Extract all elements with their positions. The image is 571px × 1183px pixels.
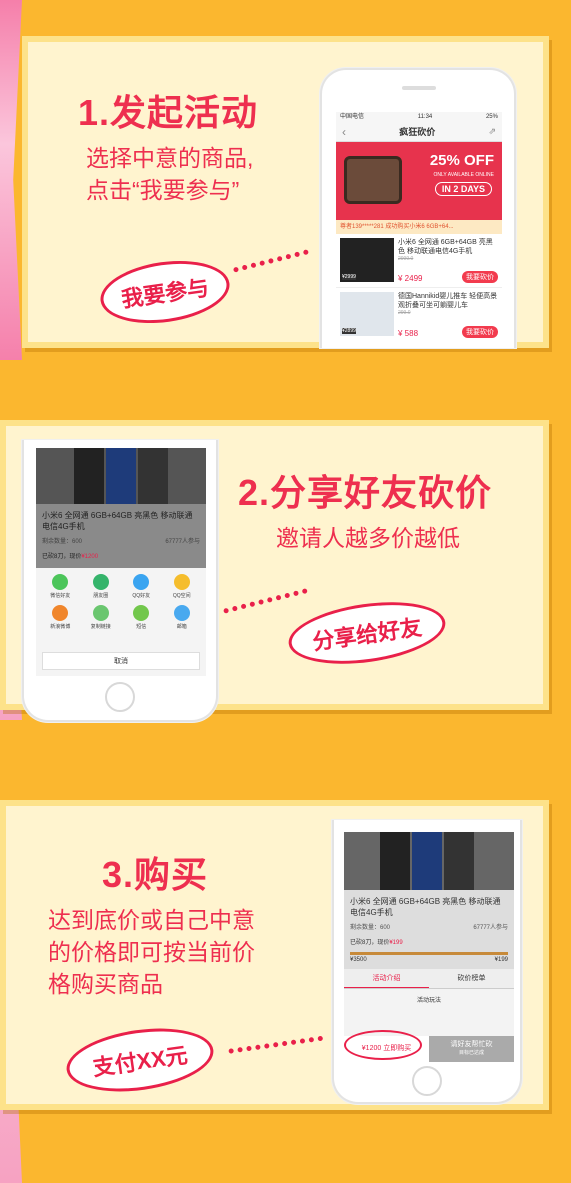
share-option-icon (173, 574, 190, 590)
product-image (344, 832, 514, 890)
share-option-icon (92, 574, 109, 590)
product-name: 小米6 全网通 6GB+64GB 亮黑色 移动联通电信4G手机 (350, 897, 501, 917)
share-option-icon (173, 605, 190, 621)
phone-screen-3: 小米6 全网通 6GB+64GB 亮黑色 移动联通电信4G手机 剩余数量：600… (344, 832, 514, 1062)
share-option-label: QQ空间 (172, 593, 191, 599)
nav-title: 疯狂砍价 (399, 127, 436, 137)
share-option-icon (92, 605, 109, 621)
pay-bubble-label: 支付XX元 (91, 1042, 190, 1081)
step2-title: 2.分享好友砍价 (238, 472, 493, 513)
stroller-product-image: ¥2899 (340, 292, 394, 336)
bargain-button[interactable]: 我要砍价 (462, 326, 498, 338)
product-row[interactable]: ¥2899 德国Hannikid婴儿推车 轻便高景观折叠可坐可躺婴儿车 299.… (336, 288, 502, 342)
product-image (36, 448, 206, 504)
share-option-icon (52, 605, 69, 621)
product-name: 小米6 全网通 6GB+64GB 亮黑色 移动联通电信4G手机 (398, 239, 493, 255)
share-option-icon (52, 574, 69, 590)
ask-friends-button[interactable]: 请好友帮忙砍 目标已达成 (429, 1036, 514, 1062)
share-option-icon (133, 574, 150, 590)
share-sheet: 微信好友 朋友圈 QQ好友 QQ空间新浪微博 复制链接 短信 邮箱 取消 (36, 568, 206, 676)
share-option-label: 邮箱 (176, 624, 187, 630)
share-option[interactable]: 微信好友 (40, 574, 81, 599)
share-option[interactable]: QQ好友 (121, 574, 162, 599)
share-option[interactable]: 朋友圈 (81, 574, 122, 599)
share-option-label: QQ好友 (132, 593, 151, 599)
share-option[interactable]: QQ空间 (162, 574, 203, 599)
share-icon[interactable]: ⇗ (488, 126, 496, 137)
product-row[interactable]: ¥2999 小米6 全网通 6GB+64GB 亮黑色 移动联通电信4G手机 29… (336, 234, 502, 288)
step1-desc-line2: 点击“我要参与” (86, 177, 240, 203)
join-bubble-label: 我要参与 (119, 274, 211, 312)
phone-screen-2: 小米6 全网通 6GB+64GB 亮黑色 移动联通电信4G手机 剩余数量：600… (36, 448, 206, 676)
step2-desc: 邀请人越多价越低 (276, 525, 460, 551)
nav-bar: ‹ 疯狂砍价 ⇗ (336, 122, 502, 142)
back-icon[interactable]: ‹ (342, 125, 346, 139)
step3-desc-line2: 的价格即可按当前价 (48, 939, 255, 965)
cancel-button[interactable]: 取消 (42, 652, 200, 670)
home-button (412, 1066, 442, 1096)
bargain-button[interactable]: 我要砍价 (462, 271, 498, 283)
home-button (105, 682, 135, 712)
banner-title: 25% OFF (429, 152, 494, 169)
promo-banner[interactable]: 25% OFF ONLY AVAILABLE ONLINE IN 2 DAYS (336, 142, 502, 220)
tv-icon (344, 156, 402, 204)
share-option[interactable]: 新浪微博 (40, 605, 81, 630)
tab-bargain-ranking[interactable]: 砍价榜单 (429, 969, 514, 988)
step3-title: 3.购买 (102, 854, 209, 895)
phone-mockup-2: 小米6 全网通 6GB+64GB 亮黑色 移动联通电信4G手机 剩余数量：600… (22, 440, 218, 722)
status-bar: 中国电信 11:34 25% (336, 112, 502, 122)
phone-mockup-1: 中国电信 11:34 25% ‹ 疯狂砍价 ⇗ 25% OFF ONLY AVAIL… (320, 68, 516, 348)
share-option-label: 朋友圈 (93, 593, 109, 599)
pink-ribbon-decoration (0, 0, 22, 360)
marquee-notice: 尊者139*****281 成功购买小米6 6GB+64... (336, 220, 502, 234)
rules-link[interactable]: 活动玩法 (344, 989, 514, 1010)
share-option[interactable]: 复制链接 (81, 605, 122, 630)
product-name: 小米6 全网通 6GB+64GB 亮黑色 移动联通电信4G手机 (42, 511, 193, 531)
share-option-label: 短信 (136, 624, 147, 630)
tab-activity-intro[interactable]: 活动介绍 (344, 969, 429, 988)
share-option[interactable]: 邮箱 (162, 605, 203, 630)
share-option-label: 微信好友 (50, 593, 71, 599)
price-progress-bar (350, 952, 508, 955)
phone-screen-1: 中国电信 11:34 25% ‹ 疯狂砍价 ⇗ 25% OFF ONLY AVAIL… (336, 112, 502, 348)
buy-highlight-circle (344, 1030, 422, 1060)
step1-desc-line1: 选择中意的商品, (86, 145, 254, 171)
share-option-label: 复制链接 (90, 624, 111, 630)
step3-desc-line3: 格购买商品 (48, 971, 163, 997)
share-option-label: 新浪微博 (50, 624, 71, 630)
share-option-icon (133, 605, 150, 621)
share-option[interactable]: 短信 (121, 605, 162, 630)
product-name: 德国Hannikid婴儿推车 轻便高景观折叠可坐可躺婴儿车 (398, 293, 498, 309)
share-bubble-label: 分享给好友 (310, 614, 424, 655)
step3-desc-line1: 达到底价或自己中意 (48, 907, 255, 933)
phone-product-image: ¥2999 (340, 238, 394, 282)
step1-title: 1.发起活动 (78, 92, 259, 133)
phone-mockup-3: 小米6 全网通 6GB+64GB 亮黑色 移动联通电信4G手机 剩余数量：600… (332, 820, 522, 1104)
